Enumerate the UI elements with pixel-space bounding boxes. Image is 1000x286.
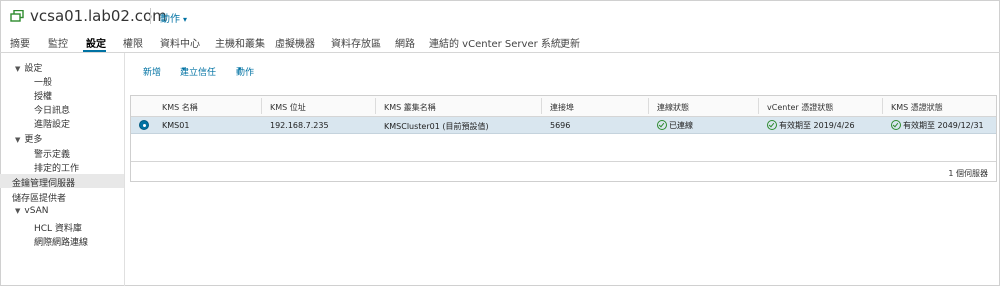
column-header-port[interactable]: 連接埠 — [550, 102, 574, 113]
tab-linked-vcenter[interactable]: 連結的 vCenter Server 系統 — [429, 35, 561, 50]
sidebar-group-more[interactable]: ▼ 更多 — [15, 132, 42, 145]
column-divider — [648, 98, 649, 114]
grid-footer: 1 個伺服器 — [131, 161, 996, 182]
tab-hosts-clusters[interactable]: 主機和叢集 — [215, 35, 265, 50]
column-header-kms-address[interactable]: KMS 位址 — [270, 102, 306, 113]
settings-sidebar: ▼ 設定 一般 授權 今日訊息 進階設定 ▼ 更多 警示定義 排定的工作 金鑰管理伺… — [0, 53, 125, 286]
sidebar-item-scheduled-tasks[interactable]: 排定的工作 — [34, 161, 79, 174]
object-header: vcsa01.lab02.com 動作 ▾ — [0, 0, 1000, 32]
column-divider — [541, 98, 542, 114]
cell-connection-status: 已連線 — [657, 120, 693, 131]
cell-kms-cert-status: 有效期至 2049/12/31 — [891, 120, 984, 131]
sidebar-group-label: 設定 — [24, 64, 43, 74]
sidebar-group-label: vSAN — [24, 206, 49, 216]
header-divider — [150, 8, 151, 24]
cell-kms-address: 192.168.7.235 — [270, 121, 329, 130]
caret-down-icon: ▼ — [15, 65, 21, 73]
table-row[interactable]: KMS01 192.168.7.235 KMSCluster01 (目前預設值)… — [131, 117, 996, 134]
check-circle-icon — [767, 120, 777, 130]
column-header-vcenter-cert-status[interactable]: vCenter 憑證狀態 — [767, 102, 833, 113]
column-header-kms-cert-status[interactable]: KMS 憑證狀態 — [891, 102, 943, 113]
sidebar-item-alarm-definitions[interactable]: 警示定義 — [34, 147, 70, 160]
tab-permissions[interactable]: 權限 — [123, 35, 143, 50]
cell-port: 5696 — [550, 121, 571, 130]
sidebar-item-general[interactable]: 一般 — [34, 75, 52, 88]
sidebar-item-hcl-database[interactable]: HCL 資料庫 — [34, 221, 82, 234]
cell-vcenter-cert-status: 有效期至 2019/4/26 — [767, 120, 855, 131]
sidebar-item-internet-connectivity[interactable]: 網際網路連線 — [34, 235, 88, 248]
check-circle-icon — [657, 120, 667, 130]
grid-header: KMS 名稱 KMS 位址 KMS 叢集名稱 連接埠 連線狀態 vCenter … — [131, 96, 996, 117]
column-divider — [261, 98, 262, 114]
sidebar-item-key-management-servers[interactable]: 金鑰管理伺服器 — [12, 176, 75, 189]
column-divider — [375, 98, 376, 114]
actions-menu-label: 動作 — [160, 14, 180, 25]
sidebar-group-settings[interactable]: ▼ 設定 — [15, 61, 42, 74]
actions-menu-button[interactable]: 動作 ▾ — [160, 10, 187, 25]
sidebar-item-advanced-settings[interactable]: 進階設定 — [34, 117, 70, 130]
vm-group-icon — [10, 10, 24, 22]
chevron-down-icon: ▾ — [183, 15, 188, 24]
kms-grid: KMS 名稱 KMS 位址 KMS 叢集名稱 連接埠 連線狀態 vCenter … — [130, 95, 997, 182]
sidebar-item-licensing[interactable]: 授權 — [34, 89, 52, 102]
chevron-down-icon: ▾ — [238, 65, 242, 73]
kms-cert-status-text: 有效期至 2049/12/31 — [903, 121, 984, 130]
sidebar-item-motd[interactable]: 今日訊息 — [34, 103, 70, 116]
row-select-radio[interactable] — [139, 120, 149, 130]
tab-vms[interactable]: 虛擬機器 — [275, 35, 315, 50]
tab-monitor[interactable]: 監控 — [48, 35, 68, 50]
column-divider — [882, 98, 883, 114]
active-tab-indicator — [83, 50, 106, 52]
caret-down-icon: ▼ — [15, 207, 21, 215]
column-header-kms-cluster[interactable]: KMS 叢集名稱 — [384, 102, 436, 113]
sidebar-group-vsan[interactable]: ▼ vSAN — [15, 206, 49, 216]
cell-kms-cluster: KMSCluster01 (目前預設值) — [384, 122, 489, 131]
connection-status-text: 已連線 — [669, 121, 693, 130]
server-count: 1 個伺服器 — [948, 169, 988, 178]
tab-datacenters[interactable]: 資料中心 — [160, 35, 200, 50]
tab-datastores[interactable]: 資料存放區 — [331, 35, 381, 50]
column-header-kms-name[interactable]: KMS 名稱 — [162, 102, 198, 113]
tab-configure[interactable]: 設定 — [86, 35, 106, 50]
column-header-connection-status[interactable]: 連線狀態 — [657, 102, 689, 113]
caret-down-icon: ▼ — [15, 136, 21, 144]
sidebar-item-storage-providers[interactable]: 儲存區提供者 — [12, 191, 66, 204]
column-divider — [758, 98, 759, 114]
vcenter-cert-status-text: 有效期至 2019/4/26 — [779, 121, 855, 130]
check-circle-icon — [891, 120, 901, 130]
chevron-down-icon: ▾ — [182, 65, 186, 73]
page-title: vcsa01.lab02.com — [30, 7, 167, 25]
tab-updates[interactable]: 更新 — [560, 35, 580, 50]
tab-summary[interactable]: 摘要 — [10, 35, 30, 50]
tab-networks[interactable]: 網路 — [395, 35, 415, 50]
add-button[interactable]: 新增 — [143, 65, 161, 78]
tab-bar: 摘要 監控 設定 權限 資料中心 主機和叢集 虛擬機器 資料存放區 網路 連結的… — [0, 32, 1000, 53]
sidebar-group-label: 更多 — [24, 135, 43, 145]
cell-kms-name: KMS01 — [162, 121, 190, 130]
